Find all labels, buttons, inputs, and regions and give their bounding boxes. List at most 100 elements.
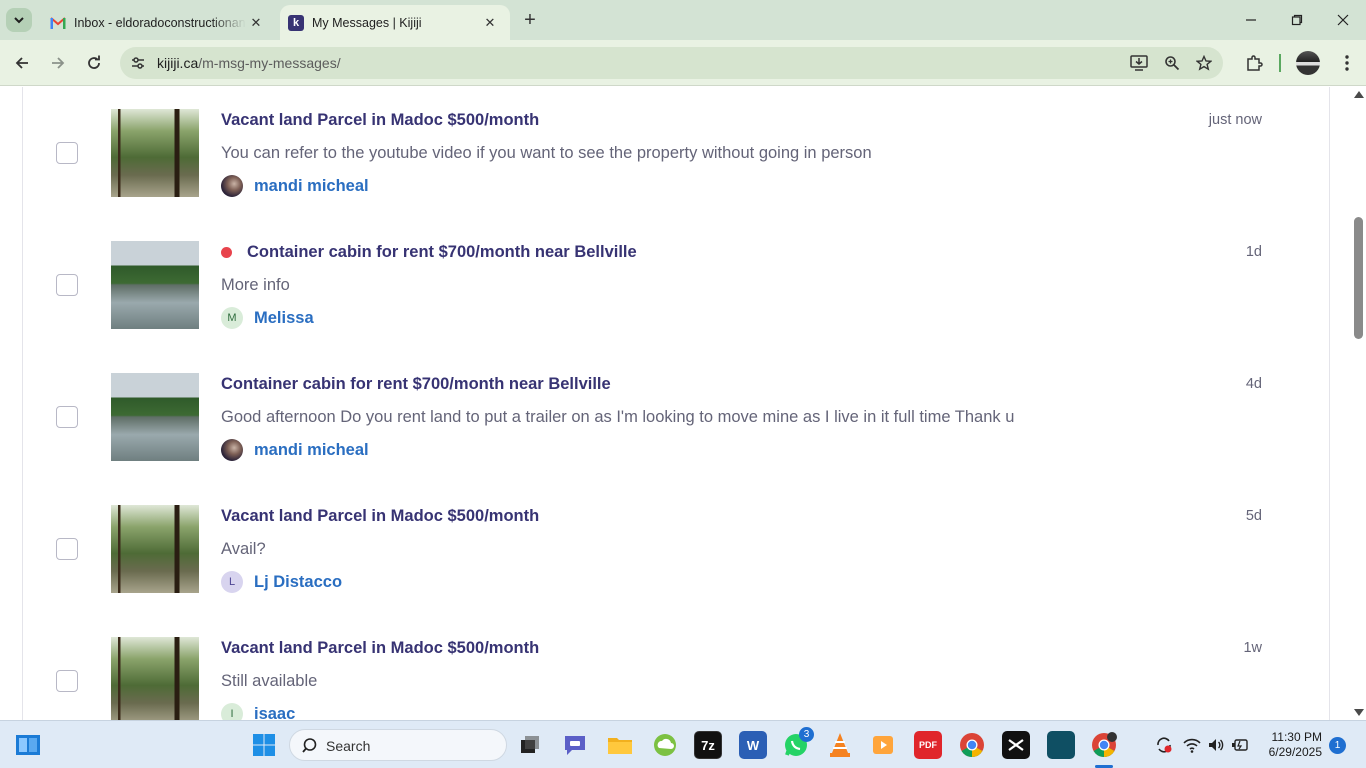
teams-chat-button[interactable] [561,731,589,759]
address-bar[interactable]: kijiji.ca/m-msg-my-messages/ [120,47,1223,79]
arrow-left-icon [15,57,28,69]
url-path: /m-msg-my-messages/ [198,55,341,71]
start-button[interactable] [250,731,278,759]
minimize-icon [1246,19,1256,21]
sender[interactable]: mandi micheal [221,175,369,197]
browser-toolbar: kijiji.ca/m-msg-my-messages/ [0,40,1366,86]
scroll-up-icon[interactable] [1354,91,1364,98]
pdf-app-button[interactable]: PDF [914,731,942,759]
media-player-button[interactable] [869,731,897,759]
system-clock[interactable]: 11:30 PM 6/29/2025 [1258,730,1322,760]
message-preview: Avail? [221,540,266,558]
restore-button[interactable] [1282,6,1312,34]
vlc-button[interactable] [826,731,854,759]
tab-title: My Messages | Kijiji [312,15,422,30]
chrome-icon [960,733,984,758]
profile-avatar[interactable] [1296,51,1320,75]
cloud-app-button[interactable] [651,731,679,759]
sync-icon[interactable] [1154,735,1174,755]
conversation-row[interactable]: Vacant land Parcel in Madoc $500/month Y… [0,87,1366,219]
reload-button[interactable] [81,50,107,76]
listing-title[interactable]: Container cabin for rent $700/month near… [221,243,637,262]
message-preview: Good afternoon Do you rent land to put a… [221,408,1015,426]
whatsapp-button[interactable]: 3 [782,727,814,759]
chevron-down-icon [14,17,24,24]
media-player-icon [873,736,893,754]
sender[interactable]: mandi micheal [221,439,369,461]
unread-badge: 3 [799,727,814,742]
file-explorer-button[interactable] [606,731,634,759]
listing-title-text: Vacant land Parcel in Madoc $500/month [221,111,540,129]
install-app-icon[interactable] [1129,53,1149,73]
url-host: kijiji.ca [157,55,199,71]
notification-badge[interactable]: 1 [1329,737,1346,754]
new-tab-button[interactable]: + [519,9,541,31]
close-icon[interactable]: ✕ [246,13,266,33]
task-view-button[interactable] [516,731,544,759]
tab-gmail-inbox[interactable]: Inbox - eldoradoconstructionan ✕ [40,5,276,40]
gmail-icon [50,15,66,31]
avatar: M [221,307,243,329]
conversation-row[interactable]: Vacant land Parcel in Madoc $500/month A… [0,483,1366,615]
select-checkbox[interactable] [56,406,78,428]
sender[interactable]: I isaac [221,703,295,720]
conversation-row[interactable]: Vacant land Parcel in Madoc $500/month S… [0,615,1366,720]
minimize-button[interactable] [1236,6,1266,34]
extensions-button[interactable] [1241,50,1267,76]
close-window-button[interactable] [1328,6,1358,34]
wifi-icon[interactable] [1182,735,1202,755]
avatar: I [221,703,243,720]
back-button[interactable] [9,50,35,76]
tab-kijiji-messages[interactable]: k My Messages | Kijiji ✕ [280,5,510,40]
zoom-icon[interactable] [1162,53,1182,73]
bookmark-star-icon[interactable] [1194,53,1214,73]
sender[interactable]: L Lj Distacco [221,571,342,593]
select-checkbox[interactable] [56,538,78,560]
arrow-right-icon [52,57,65,69]
chrome-button[interactable] [958,731,986,759]
capcut-icon [1008,739,1024,751]
tab-search-button[interactable] [6,8,32,32]
select-checkbox[interactable] [56,274,78,296]
scrollbar-thumb[interactable] [1354,217,1363,339]
vlc-cone-icon [830,733,850,757]
word-button[interactable]: W [739,731,767,759]
capcut-button[interactable] [1002,731,1030,759]
listing-thumbnail[interactable] [111,241,199,329]
chat-icon [565,736,585,755]
message-preview: More info [221,276,290,294]
browser-menu-button[interactable] [1334,50,1360,76]
sender[interactable]: M Melissa [221,307,314,329]
conversation-row[interactable]: Container cabin for rent $700/month near… [0,219,1366,351]
chrome-profile-button[interactable] [1090,731,1118,759]
message-time: 4d [1245,376,1262,392]
listing-thumbnail[interactable] [111,109,199,197]
select-checkbox[interactable] [56,142,78,164]
scroll-down-icon[interactable] [1354,709,1364,716]
volume-icon[interactable] [1206,735,1226,755]
widgets-icon [16,735,40,755]
widgets-button[interactable] [14,731,42,759]
listing-thumbnail[interactable] [111,505,199,593]
message-time: 5d [1245,508,1262,524]
puzzle-piece-icon [1247,55,1263,71]
forward-button[interactable] [45,50,71,76]
taskbar-search[interactable]: Search [289,729,507,761]
site-settings-icon[interactable] [128,53,148,73]
select-checkbox[interactable] [56,670,78,692]
folder-icon [608,738,632,754]
listing-title[interactable]: Vacant land Parcel in Madoc $500/month [221,507,539,526]
listing-title[interactable]: Vacant land Parcel in Madoc $500/month [221,639,539,658]
listing-title[interactable]: Container cabin for rent $700/month near… [221,375,611,394]
7zip-button[interactable]: 7z [694,731,722,759]
listing-thumbnail[interactable] [111,637,199,720]
listing-title[interactable]: Vacant land Parcel in Madoc $500/month [221,111,539,130]
page-scrollbar[interactable] [1350,87,1366,720]
message-time: just now [1208,112,1262,128]
sender-name: isaac [254,704,296,721]
close-icon[interactable]: ✕ [480,13,500,33]
battery-icon[interactable] [1230,735,1250,755]
conversation-row[interactable]: Container cabin for rent $700/month near… [0,351,1366,483]
listing-thumbnail[interactable] [111,373,199,461]
app-button[interactable] [1047,731,1075,759]
